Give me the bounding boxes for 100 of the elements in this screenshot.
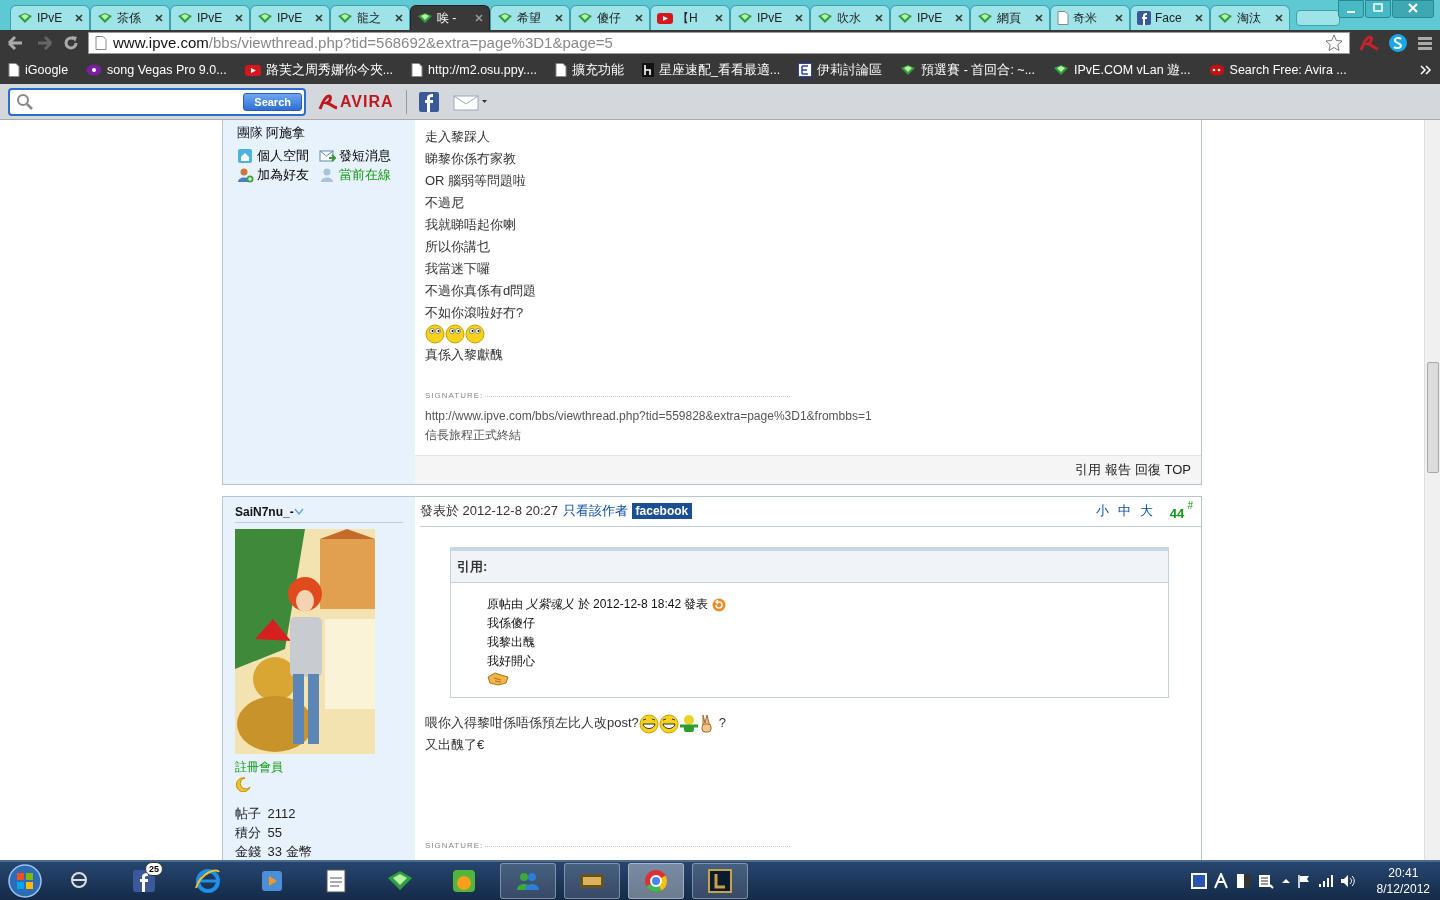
bookmark[interactable]: 伊莉討論區 [798,60,883,80]
flag-icon[interactable] [1297,874,1312,888]
quote-line: 我係傻仔 [487,615,536,632]
menu-icon[interactable] [1416,35,1434,51]
start-button[interactable] [6,864,44,898]
bookmark[interactable]: 星座速配_看看最適... [641,60,781,80]
signature-link[interactable]: http://www.ipve.com/bbs/viewthread.php?tid=559828&extra=page%3D1&frombbs=1 [425,407,1191,426]
signature-label: SIGNATURE: [425,840,484,852]
address-bar[interactable]: www.ipve.com/bbs/viewthread.php?tid=568692&extra=page%3D1&page=5 [88,32,1350,54]
text-line: 我就睇唔起你喇 [425,216,517,234]
search-button[interactable]: Search [243,92,302,111]
close-icon[interactable] [315,14,323,22]
skype-icon[interactable] [1388,33,1408,53]
browser-tab[interactable]: 希望 [490,5,570,30]
browser-tab[interactable]: 淘汰 [1210,5,1290,30]
close-icon[interactable] [235,14,243,22]
eyes-oval-icon [1208,64,1225,76]
bookmark[interactable]: IPvE.COM vLan 遊... [1053,60,1191,80]
profile-link[interactable]: 加為好友 [237,166,319,184]
bookmark[interactable]: iGoogle [8,60,69,80]
browser-tab[interactable]: 網頁 [970,5,1050,30]
minimize-button[interactable] [1338,0,1364,18]
eyes-emoticon-icon [445,324,465,344]
close-icon[interactable] [555,14,563,22]
close-icon[interactable] [155,14,163,22]
bookmark[interactable]: Search Free: Avira ... [1208,60,1347,80]
browser-tab[interactable]: IPvE [250,5,330,30]
font-size-link[interactable]: 大 [1140,501,1154,521]
reload-icon[interactable] [62,34,80,52]
close-icon[interactable] [635,14,643,22]
oval-logo-icon [86,64,103,76]
browser-tab[interactable]: Face [1130,5,1210,30]
chevron-icon[interactable] [1420,65,1432,75]
profile-link[interactable]: 個人空間 [237,147,319,165]
browser-tab[interactable]: 唉 - [410,5,490,30]
ime-icon[interactable] [1190,873,1207,889]
close-button[interactable] [1392,0,1434,18]
bookmark[interactable]: 路芙之周秀娜你今夾... [244,60,394,80]
taskbar-app[interactable]: 25 [116,863,172,899]
browser-tab[interactable]: 傻仔 [570,5,650,30]
browser-tab[interactable]: 奇米 [1050,5,1130,30]
bookmark[interactable]: 擴充功能 [554,60,624,80]
e-icon [798,63,813,77]
taskbar-app[interactable] [692,863,748,899]
post-action-link[interactable]: 報告 [1104,460,1131,480]
text-line: 真係入黎獻醜 [425,346,504,364]
font-size-link[interactable]: 小 [1095,501,1109,521]
add-user-icon [237,167,254,183]
post-action-link[interactable]: TOP [1164,460,1191,480]
half-square-icon[interactable] [1235,873,1252,889]
close-icon[interactable] [1035,14,1043,22]
close-icon[interactable] [75,14,83,22]
close-icon[interactable] [1275,14,1283,22]
up-arrow-icon[interactable] [1280,876,1291,886]
star-icon[interactable] [1325,34,1343,52]
browser-tab[interactable]: 吹水 [810,5,890,30]
quote-header: 原帖由 乂紫魂乂 於 2012-12-8 18:42 發表 [487,596,709,613]
close-icon[interactable] [875,14,883,22]
font-icon[interactable] [1213,873,1230,889]
maximize-button[interactable] [1365,0,1391,18]
close-icon[interactable] [1195,14,1203,22]
text-line: 又出醜了€ [425,736,486,754]
bookmark[interactable]: song Vegas Pro 9.0... [86,60,227,80]
speaker-icon[interactable] [1340,874,1357,888]
close-icon[interactable] [715,14,723,22]
post-action-link[interactable]: 回復 [1134,460,1161,480]
bookmark[interactable]: 預選賽 - 首回合: ~... [900,60,1036,80]
close-icon[interactable] [1115,14,1123,22]
browser-tab[interactable]: IPvE [730,5,810,30]
list-icon[interactable] [1258,873,1275,889]
profile-link[interactable]: 發短消息 [319,147,397,165]
facebook-icon[interactable] [418,91,441,112]
gem-icon [817,12,833,24]
browser-tab[interactable]: IPvE [890,5,970,30]
close-icon[interactable] [395,14,403,22]
profile-link[interactable]: 當前在線 [319,166,397,184]
clock[interactable]: 20:41 8/12/2012 [1376,865,1430,897]
text-line: 走入黎踩人 [425,128,491,146]
signal-icon[interactable] [1317,874,1334,888]
browser-tab[interactable]: 龍之 [330,5,410,30]
bookmark[interactable]: http://m2.osu.ppy.... [411,60,537,80]
close-icon[interactable] [795,14,803,22]
search-field[interactable]: Search [8,87,306,116]
browser-tab[interactable]: 【H [650,5,730,30]
browser-tab[interactable]: 茶係 [90,5,170,30]
facebook-share-button[interactable]: facebook [631,502,693,519]
browser-tab[interactable]: IPvE [170,5,250,30]
grin-emoticon-icon [658,714,679,734]
stat-label: 積分 [235,823,261,842]
text-line: 不過尼 [425,194,465,212]
browser-tab[interactable]: IPvE [10,5,90,30]
post-action-link[interactable]: 引用 [1074,460,1101,480]
close-icon[interactable] [475,14,483,22]
author-name[interactable]: SaiN7nu_- [235,503,294,521]
logo-text: AVIRA [340,91,394,112]
author-only-link[interactable]: 只看該作者 [563,501,629,521]
scrollbar-thumb[interactable] [1427,362,1439,473]
font-size-link[interactable]: 中 [1118,501,1132,521]
close-icon[interactable] [955,14,963,22]
gem-icon [900,64,917,76]
